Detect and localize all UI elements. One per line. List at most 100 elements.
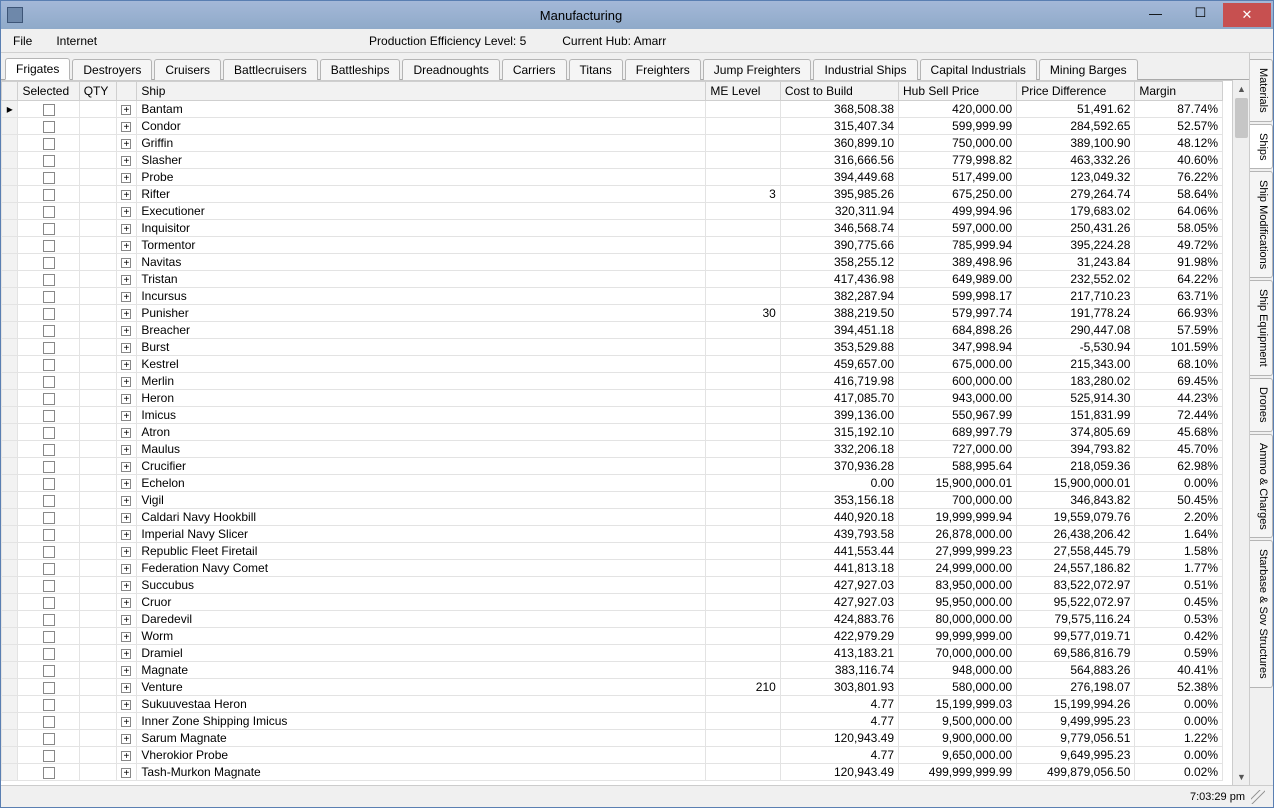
tab-jump-freighters[interactable]: Jump Freighters [703,59,812,80]
qty-cell[interactable] [79,696,116,713]
expand-icon[interactable]: + [121,156,131,166]
col-margin[interactable]: Margin [1135,82,1223,101]
selected-cell[interactable] [18,611,79,628]
qty-cell[interactable] [79,492,116,509]
qty-cell[interactable] [79,135,116,152]
selected-cell[interactable] [18,407,79,424]
expand-cell[interactable]: + [116,322,137,339]
expand-icon[interactable]: + [121,666,131,676]
table-row[interactable]: +Griffin360,899.10750,000.00389,100.9048… [2,135,1223,152]
table-row[interactable]: +Sarum Magnate120,943.499,900,000.009,77… [2,730,1223,747]
checkbox-icon[interactable] [43,563,55,575]
checkbox-icon[interactable] [43,699,55,711]
checkbox-icon[interactable] [43,716,55,728]
table-row[interactable]: +Condor315,407.34599,999.99284,592.6552.… [2,118,1223,135]
expand-icon[interactable]: + [121,462,131,472]
expand-icon[interactable]: + [121,173,131,183]
selected-cell[interactable] [18,118,79,135]
tab-battleships[interactable]: Battleships [320,59,401,80]
checkbox-icon[interactable] [43,410,55,422]
expand-cell[interactable]: + [116,237,137,254]
table-row[interactable]: +Rifter3395,985.26675,250.00279,264.7458… [2,186,1223,203]
expand-icon[interactable]: + [121,649,131,659]
expand-icon[interactable]: + [121,479,131,489]
table-row[interactable]: +Imperial Navy Slicer439,793.5826,878,00… [2,526,1223,543]
selected-cell[interactable] [18,424,79,441]
checkbox-icon[interactable] [43,104,55,116]
expand-icon[interactable]: + [121,530,131,540]
col-ship[interactable]: Ship [137,82,706,101]
selected-cell[interactable] [18,764,79,781]
expand-cell[interactable]: + [116,407,137,424]
qty-cell[interactable] [79,169,116,186]
qty-cell[interactable] [79,237,116,254]
checkbox-icon[interactable] [43,665,55,677]
expand-cell[interactable]: + [116,594,137,611]
minimize-button[interactable]: — [1133,3,1178,23]
scroll-up-arrow[interactable]: ▲ [1233,80,1250,97]
expand-cell[interactable]: + [116,186,137,203]
selected-cell[interactable] [18,101,79,118]
qty-cell[interactable] [79,475,116,492]
expand-icon[interactable]: + [121,496,131,506]
side-tab-ammo-charges[interactable]: Ammo & Charges [1250,434,1273,539]
expand-cell[interactable]: + [116,390,137,407]
expand-icon[interactable]: + [121,258,131,268]
checkbox-icon[interactable] [43,631,55,643]
col-me[interactable]: ME Level [706,82,780,101]
tab-dreadnoughts[interactable]: Dreadnoughts [402,59,499,80]
expand-cell[interactable]: + [116,441,137,458]
table-row[interactable]: ▸+Bantam368,508.38420,000.0051,491.6287.… [2,101,1223,118]
checkbox-icon[interactable] [43,648,55,660]
expand-cell[interactable]: + [116,135,137,152]
maximize-button[interactable]: ☐ [1178,3,1223,23]
expand-icon[interactable]: + [121,768,131,778]
checkbox-icon[interactable] [43,495,55,507]
expand-cell[interactable]: + [116,254,137,271]
checkbox-icon[interactable] [43,189,55,201]
checkbox-icon[interactable] [43,529,55,541]
expand-icon[interactable]: + [121,241,131,251]
expand-cell[interactable]: + [116,696,137,713]
expand-cell[interactable]: + [116,764,137,781]
selected-cell[interactable] [18,220,79,237]
expand-icon[interactable]: + [121,615,131,625]
expand-cell[interactable]: + [116,118,137,135]
selected-cell[interactable] [18,169,79,186]
qty-cell[interactable] [79,254,116,271]
checkbox-icon[interactable] [43,546,55,558]
qty-cell[interactable] [79,356,116,373]
expand-cell[interactable]: + [116,458,137,475]
qty-cell[interactable] [79,305,116,322]
selected-cell[interactable] [18,288,79,305]
side-tab-materials[interactable]: Materials [1250,59,1273,122]
menu-internet[interactable]: Internet [50,32,103,50]
checkbox-icon[interactable] [43,478,55,490]
tab-mining-barges[interactable]: Mining Barges [1039,59,1138,80]
expand-icon[interactable]: + [121,326,131,336]
side-tab-ship-equipment[interactable]: Ship Equipment [1250,280,1273,376]
side-tab-drones[interactable]: Drones [1250,378,1273,431]
col-qty[interactable]: QTY [79,82,116,101]
expand-icon[interactable]: + [121,513,131,523]
expand-cell[interactable]: + [116,424,137,441]
selected-cell[interactable] [18,730,79,747]
table-row[interactable]: +Breacher394,451.18684,898.26290,447.085… [2,322,1223,339]
selected-cell[interactable] [18,560,79,577]
qty-cell[interactable] [79,526,116,543]
selected-cell[interactable] [18,322,79,339]
checkbox-icon[interactable] [43,461,55,473]
col-hub[interactable]: Hub Sell Price [899,82,1017,101]
selected-cell[interactable] [18,679,79,696]
qty-cell[interactable] [79,611,116,628]
tab-industrial-ships[interactable]: Industrial Ships [813,59,917,80]
selected-cell[interactable] [18,373,79,390]
expand-cell[interactable]: + [116,577,137,594]
expand-icon[interactable]: + [121,105,131,115]
tab-carriers[interactable]: Carriers [502,59,567,80]
checkbox-icon[interactable] [43,682,55,694]
scroll-thumb[interactable] [1235,98,1248,138]
qty-cell[interactable] [79,203,116,220]
checkbox-icon[interactable] [43,733,55,745]
checkbox-icon[interactable] [43,359,55,371]
